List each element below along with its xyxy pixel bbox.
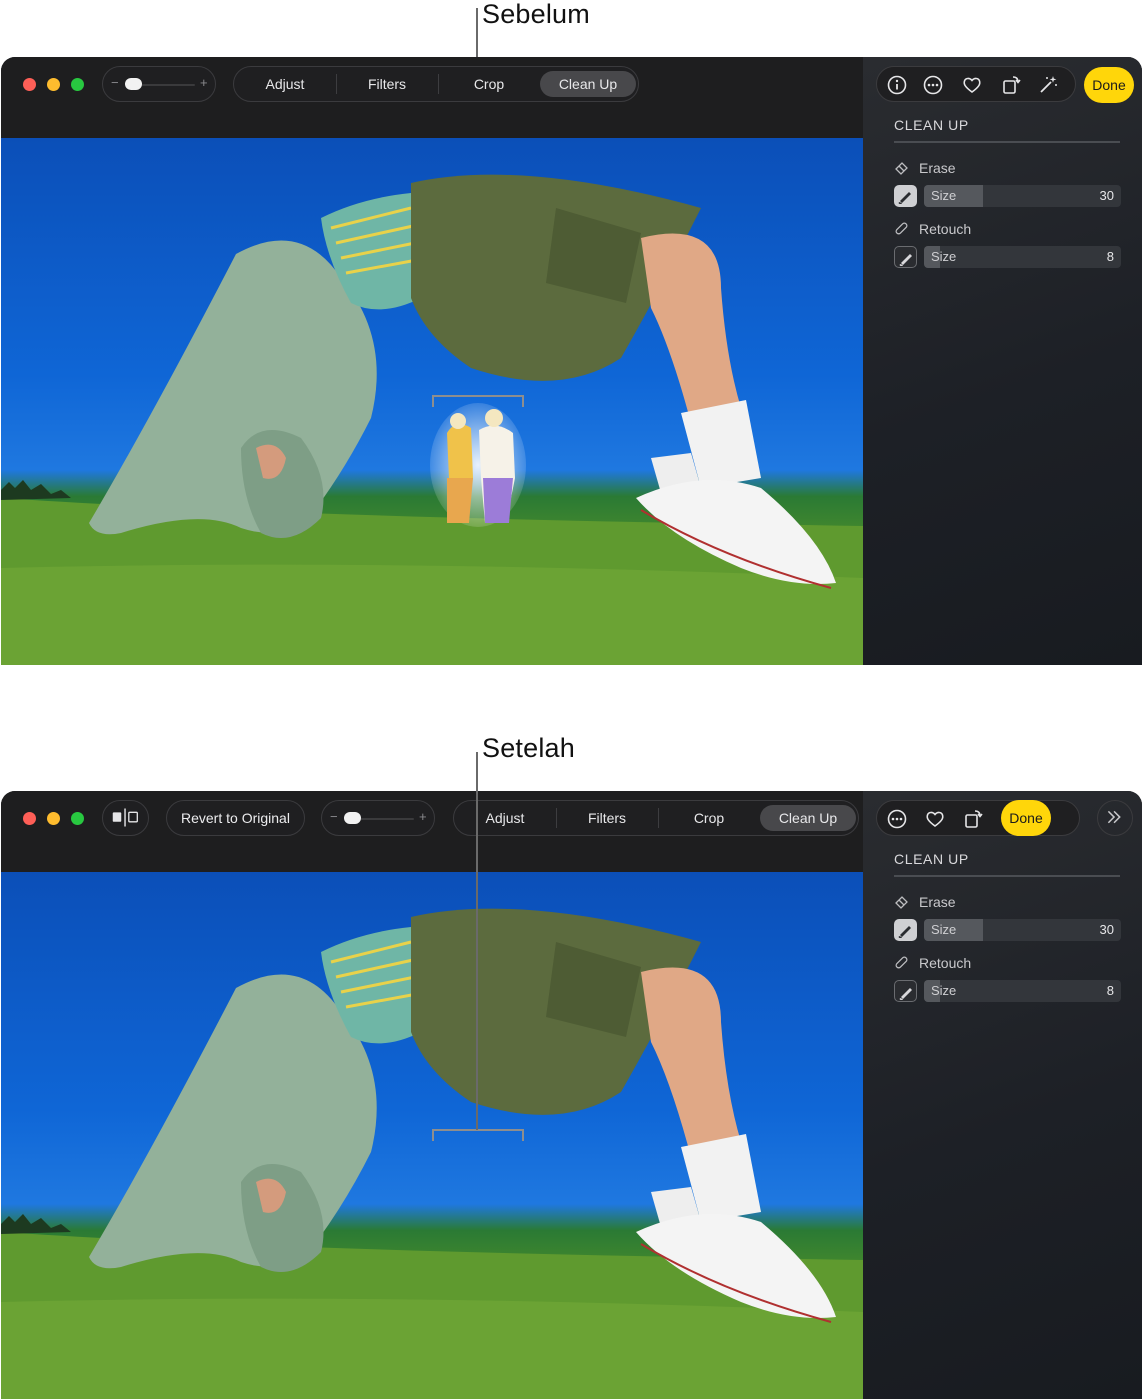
erase-brush-button[interactable] [894, 185, 917, 207]
sidebar: Done CLEAN UP Erase Size 30 Retouch Size… [863, 791, 1142, 1399]
erase-size-value: 30 [1099, 922, 1114, 937]
retouch-brush-button[interactable] [894, 246, 917, 268]
done-button[interactable]: Done [1084, 67, 1134, 103]
erase-label: Erase [919, 894, 956, 910]
callout-after-line [476, 752, 478, 1130]
retouch-size-slider[interactable]: Size 8 [924, 246, 1121, 268]
erase-size-slider[interactable]: Size 30 [924, 185, 1121, 207]
zoom-window-button[interactable] [71, 812, 84, 825]
zoom-knob[interactable] [344, 812, 361, 824]
rotate-icon[interactable] [1000, 74, 1022, 96]
erase-size-value: 30 [1099, 188, 1114, 203]
eraser-icon [894, 894, 909, 909]
photos-window-after: Revert to Original − + Adjust Filters Cr… [1, 791, 1142, 1399]
retouch-label: Retouch [919, 221, 972, 237]
tab-clean-up[interactable]: Clean Up [540, 71, 636, 97]
retouch-size-slider[interactable]: Size 8 [924, 980, 1121, 1002]
tab-crop[interactable]: Crop [439, 67, 539, 101]
expand-toolbar-button[interactable] [1097, 800, 1133, 836]
retouch-size-label: Size [931, 983, 957, 998]
minimize-button[interactable] [47, 78, 60, 91]
sidebar: Done CLEAN UP Erase Size 30 Retouch Size… [863, 57, 1142, 665]
eraser-icon [894, 160, 909, 175]
toolbar: − + Adjust Filters Crop Clean Up [1, 57, 863, 138]
zoom-in-icon[interactable]: + [419, 809, 427, 824]
edit-tabs: Adjust Filters Crop Clean Up [233, 66, 639, 102]
bandage-icon [894, 221, 909, 236]
erase-label: Erase [919, 160, 956, 176]
retouch-size-value: 8 [1106, 249, 1114, 264]
zoom-slider[interactable]: − + [102, 66, 216, 102]
minimize-button[interactable] [47, 812, 60, 825]
retouch-label: Retouch [919, 955, 972, 971]
tab-crop[interactable]: Crop [659, 801, 759, 835]
toolbar-icons: Done [876, 800, 1080, 836]
erase-size-slider[interactable]: Size 30 [924, 919, 1121, 941]
more-icon[interactable] [922, 74, 944, 96]
callout-after-label: Setelah [482, 733, 575, 763]
split-view-icon [112, 808, 138, 827]
zoom-knob[interactable] [125, 78, 142, 90]
erase-size-label: Size [931, 188, 957, 203]
photos-window-before: − + Adjust Filters Crop Clean Up Done CL… [1, 57, 1142, 665]
zoom-in-icon[interactable]: + [200, 75, 208, 90]
tab-adjust[interactable]: Adjust [454, 801, 556, 835]
tab-filters[interactable]: Filters [557, 801, 657, 835]
close-button[interactable] [23, 812, 36, 825]
edit-tabs: Adjust Filters Crop Clean Up [453, 800, 859, 836]
done-button[interactable]: Done [1001, 800, 1051, 836]
retouch-size-value: 8 [1106, 983, 1114, 998]
zoom-slider[interactable]: − + [321, 800, 435, 836]
tab-clean-up[interactable]: Clean Up [760, 805, 856, 831]
panel-divider [894, 141, 1120, 143]
tab-filters[interactable]: Filters [337, 67, 437, 101]
retouch-brush-button[interactable] [894, 980, 917, 1002]
more-icon[interactable] [886, 808, 908, 830]
zoom-window-button[interactable] [71, 78, 84, 91]
callout-before-label: Sebelum [482, 0, 590, 29]
panel-title: CLEAN UP [894, 851, 969, 867]
magic-wand-icon[interactable] [1037, 74, 1059, 96]
selection-bracket [432, 395, 524, 407]
panel-divider [894, 875, 1120, 877]
toolbar-icons [876, 66, 1076, 102]
toolbar: Revert to Original − + Adjust Filters Cr… [1, 791, 863, 872]
chevron-double-right-icon [1107, 810, 1121, 824]
close-button[interactable] [23, 78, 36, 91]
selection-bracket [432, 1129, 524, 1141]
heart-icon[interactable] [961, 74, 983, 96]
info-icon[interactable] [886, 74, 908, 96]
tab-adjust[interactable]: Adjust [234, 67, 336, 101]
rotate-icon[interactable] [962, 808, 984, 830]
heart-icon[interactable] [924, 808, 946, 830]
zoom-out-icon[interactable]: − [111, 75, 119, 90]
erase-size-label: Size [931, 922, 957, 937]
zoom-out-icon[interactable]: − [330, 809, 338, 824]
panel-title: CLEAN UP [894, 117, 969, 133]
bandage-icon [894, 955, 909, 970]
revert-to-original-button[interactable]: Revert to Original [166, 800, 305, 836]
retouch-size-label: Size [931, 249, 957, 264]
erase-brush-button[interactable] [894, 919, 917, 941]
compare-button[interactable] [102, 800, 149, 836]
